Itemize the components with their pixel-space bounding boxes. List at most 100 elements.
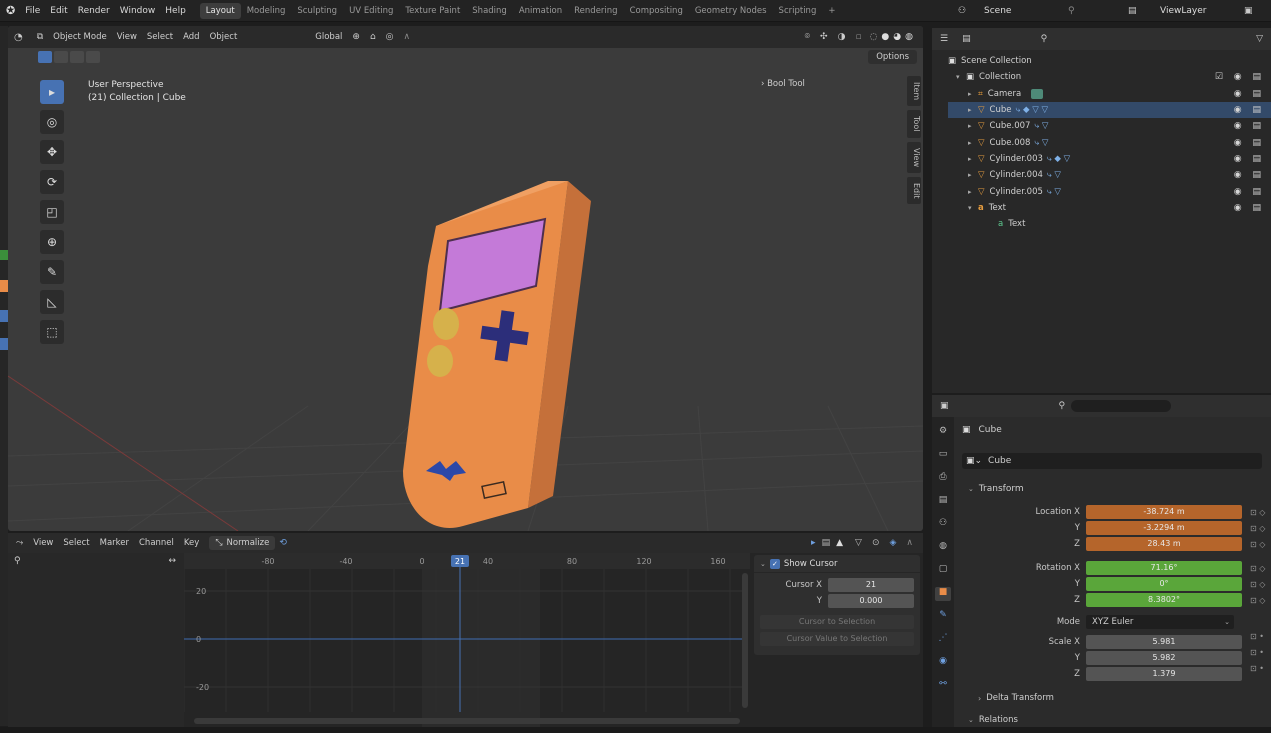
tab-view[interactable]: View [907,141,921,173]
physics-tab-icon[interactable]: ◉ [935,656,951,670]
outliner-item-cylinder-003[interactable]: ▸ ▽ Cylinder.003 ⤷ ◆ ▽ ◉ ▤ [948,151,1271,167]
visibility-icons[interactable]: ◉ ▤ [1234,105,1265,115]
graph-editor-type-icon[interactable]: ⤳ [16,538,23,548]
add-workspace-button[interactable]: + [822,3,841,19]
scene-collection-row[interactable]: ▣ Scene Collection [948,53,1271,69]
outliner-filter-icon[interactable]: ▽ [1256,34,1263,44]
rotation-y-field[interactable]: 0° [1086,577,1242,591]
normalize-toggle[interactable]: ⤡ Normalize [209,536,276,550]
visibility-icons[interactable]: ◉ ▤ [1234,154,1265,164]
shading-material-icon[interactable]: ◕ [893,32,901,42]
outliner-item-cylinder-004[interactable]: ▸ ▽ Cylinder.004 ⤷ ▽ ◉ ▤ [948,167,1271,183]
expand-icon[interactable]: ▸ [968,90,978,98]
3d-viewport[interactable]: ◔ ⧉ Object Mode View Select Add Object G… [8,26,923,531]
errors-icon[interactable]: ▲ [836,538,843,548]
blender-logo-icon[interactable]: ✪ [6,4,15,17]
editor-type-icon[interactable]: ◔ [14,32,23,43]
cursor-value-to-selection-button[interactable]: Cursor Value to Selection [760,632,914,646]
scene-icon[interactable]: ⚇ [958,6,966,16]
scale-y-field[interactable]: 5.982 [1086,651,1242,665]
proportional-edit-icon[interactable]: ◎ [386,32,394,42]
modifier-tab-icon[interactable]: ✎ [935,610,951,624]
visibility-icons[interactable]: ◉ ▤ [1234,203,1265,213]
outliner-item-text[interactable]: ▾ a Text ◉ ▤ [948,200,1271,216]
only-selected-icon[interactable]: ▸ [811,538,816,548]
shading-solid-icon[interactable]: ● [881,32,889,42]
collection-tab-icon[interactable]: ▢ [935,564,951,578]
tab-shading[interactable]: Shading [466,3,513,19]
outliner-item-text-data[interactable]: a Text [948,216,1271,232]
object-mode-select[interactable]: Object Mode [53,32,107,42]
collection-visibility-icons[interactable]: ☑ ◉ ▤ [1215,72,1265,82]
cursor-tool-icon[interactable]: ◎ [40,110,64,134]
filter-icon[interactable]: ▽ [855,538,862,548]
scale-z-field[interactable]: 1.379 [1086,667,1242,681]
view-mode-icon[interactable]: ⧉ [37,32,43,42]
menu-view[interactable]: View [33,538,53,548]
snap-icon[interactable]: ⌂ [370,32,376,42]
tab-animation[interactable]: Animation [513,3,568,19]
tab-tool[interactable]: Tool [907,110,921,138]
outliner-item-camera[interactable]: ▸ ⌗ Camera ◉ ▤ [948,86,1271,102]
bool-tool-panel-header[interactable]: › Bool Tool [761,79,805,89]
shading-wire-icon[interactable]: ◌ [870,32,878,42]
cursor-y-field[interactable]: 0.000 [828,594,914,608]
view-layer-tab-icon[interactable]: ▤ [935,495,951,509]
render-layer-icon[interactable]: ▣ [1244,6,1253,16]
gizmo-icon[interactable]: ✣ [820,32,828,42]
properties-search-field[interactable] [1071,400,1172,412]
proportional-icon[interactable]: ∧ [906,538,913,548]
output-tab-icon[interactable]: ⎙ [935,472,951,486]
menu-key[interactable]: Key [184,538,199,548]
menu-select[interactable]: Select [63,538,89,548]
scene-name[interactable]: Scene [984,6,1011,16]
rotate-tool-icon[interactable]: ⟳ [40,170,64,194]
properties-editor-type-icon[interactable]: ▣ [940,401,949,411]
pin-icon[interactable]: ⚲ [1068,6,1075,16]
lock-icons[interactable]: ⊡ ◇ ⊡ ◇ ⊡ ◇ ⊡ ◇ ⊡ ◇ ⊡ ◇ ⊡ • ⊡ • ⊡ • [1250,505,1265,677]
object-name-field[interactable]: ▣⌄ Cube [962,453,1262,469]
object-tab-icon[interactable]: ■ [935,587,951,601]
snap-icon[interactable]: ◈ [889,538,896,548]
visibility-icons[interactable]: ◉ ▤ [1234,138,1265,148]
show-hidden-icon[interactable]: ▤ [822,538,831,548]
tab-layout[interactable]: Layout [199,2,241,19]
xray-icon[interactable]: ▫ [855,32,861,42]
visibility-icons[interactable]: ◉ ▤ [1234,187,1265,197]
show-cursor-checkbox[interactable]: ✓ [769,558,780,569]
add-cube-tool-icon[interactable]: ⬚ [40,320,64,344]
shading-rendered-icon[interactable]: ◍ [905,32,913,42]
expand-icon[interactable]: ▸ [968,106,978,114]
scale-tool-icon[interactable]: ◰ [40,200,64,224]
options-dropdown[interactable]: Options [868,50,917,64]
transform-panel-header[interactable]: ⌄ Transform [968,484,1024,494]
collection-expand-icon[interactable]: ▾ [956,73,966,81]
tab-uv-editing[interactable]: UV Editing [343,3,399,19]
move-tool-icon[interactable]: ✥ [40,140,64,164]
relations-panel-header[interactable]: ⌄ Relations [968,715,1018,725]
graph-area[interactable]: -80 -40 0 21 40 80 120 160200-20 [184,553,750,728]
collapse-icon[interactable]: ▾ [968,204,978,212]
properties-search-icon[interactable]: ⚲ [1059,401,1066,411]
outliner-item-cube-007[interactable]: ▸ ▽ Cube.007 ⤷ ▽ ◉ ▤ [948,118,1271,134]
collection-row[interactable]: ▾ ▣ Collection ☑ ◉ ▤ [948,69,1271,85]
tab-modeling[interactable]: Modeling [241,3,292,19]
expand-icon[interactable]: ▸ [968,139,978,147]
expand-icon[interactable]: ▸ [968,188,978,196]
tool-tab-icon[interactable]: ⚙ [935,426,951,440]
menu-edit[interactable]: Edit [50,6,67,16]
render-tab-icon[interactable]: ▭ [935,449,951,463]
channel-search-icon[interactable]: ⚲ [14,556,21,566]
select-tool-icon[interactable]: ▸ [40,80,64,104]
menu-render[interactable]: Render [78,6,110,16]
orientation-select[interactable]: Global [315,32,342,42]
tab-compositing[interactable]: Compositing [624,3,689,19]
tab-geometry-nodes[interactable]: Geometry Nodes [689,3,773,19]
location-z-field[interactable]: 28.43 m [1086,537,1242,551]
particles-tab-icon[interactable]: ⋰ [935,633,951,647]
display-mode-icon[interactable]: ☰ [940,34,948,44]
expand-icon[interactable]: ▸ [968,155,978,163]
menu-object[interactable]: Object [210,32,238,42]
falloff-icon[interactable]: ∧ [404,32,411,42]
visibility-icons[interactable]: ◉ ▤ [1234,89,1265,99]
